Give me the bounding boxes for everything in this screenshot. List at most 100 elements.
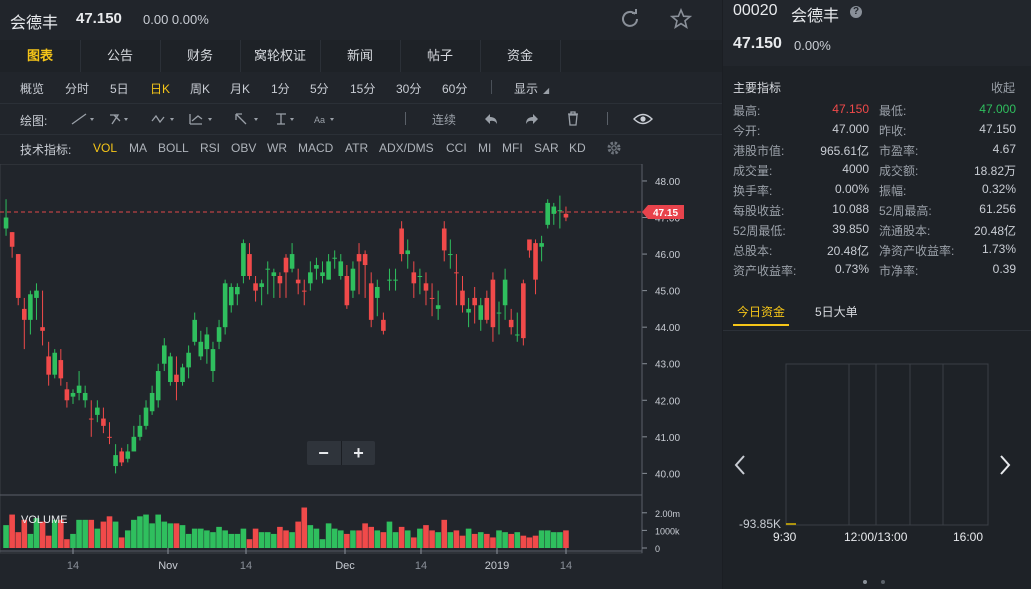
indicator-1[interactable]: MA (129, 141, 147, 155)
collapse-button[interactable]: 收起 (991, 79, 1015, 96)
indicator-3[interactable]: RSI (200, 141, 220, 155)
redo-icon[interactable] (523, 111, 541, 127)
indicator-2[interactable]: BOLL (158, 141, 189, 155)
tab-0[interactable]: 图表 (0, 40, 81, 72)
volume-bar (252, 528, 259, 548)
candle-body (168, 356, 173, 382)
candle-body (454, 272, 459, 274)
period-9[interactable]: 30分 (396, 80, 421, 97)
period-2[interactable]: 5日 (110, 80, 129, 97)
candle-body (521, 283, 526, 339)
indicator-6[interactable]: MACD (298, 141, 333, 155)
stock-price: 47.150 (76, 10, 122, 27)
help-icon[interactable]: ? (850, 6, 862, 18)
fork-tool-icon[interactable] (110, 114, 128, 125)
indicator-13[interactable]: KD (569, 141, 586, 155)
tab-6[interactable]: 资金 (480, 40, 561, 72)
tab-5day-orders[interactable]: 5日大单 (815, 303, 858, 320)
candle-body (448, 254, 453, 256)
indicator-8[interactable]: ADX/DMS (379, 141, 434, 155)
tab-4[interactable]: 新闻 (320, 40, 401, 72)
volume-bar (179, 525, 186, 548)
text-tool-icon[interactable] (276, 113, 294, 125)
period-10[interactable]: 60分 (442, 80, 467, 97)
indicator-4[interactable]: OBV (231, 141, 256, 155)
indicator-5[interactable]: WR (267, 141, 287, 155)
candle-body (356, 254, 362, 262)
candle-body (192, 319, 198, 342)
volume-bar (465, 528, 472, 548)
candle-body (3, 217, 9, 229)
volume-bar (526, 537, 533, 548)
display-dropdown[interactable]: 显示 (514, 80, 538, 97)
candle-body (441, 228, 447, 251)
undo-icon[interactable] (482, 111, 500, 127)
arrow-tool-icon[interactable] (235, 113, 258, 125)
prev-arrow-icon[interactable] (733, 454, 747, 479)
volume-bar (398, 526, 405, 548)
zoom-controls: − + (307, 441, 375, 465)
candle-body (557, 210, 563, 212)
volume-bar (331, 528, 338, 548)
candle-body (344, 276, 350, 306)
volume-bar (496, 530, 502, 548)
divider (405, 112, 406, 125)
candle-body (460, 290, 465, 306)
metric-label: 52周最低: (733, 224, 786, 238)
volume-bar (380, 532, 387, 548)
volume-bar (325, 523, 332, 548)
indicator-9[interactable]: CCI (446, 141, 467, 155)
next-arrow-icon[interactable] (998, 454, 1012, 479)
period-8[interactable]: 15分 (350, 80, 375, 97)
period-4[interactable]: 周K (190, 80, 210, 97)
tab-2[interactable]: 财务 (160, 40, 241, 72)
tab-5[interactable]: 帖子 (400, 40, 481, 72)
volume-bar (161, 521, 168, 548)
period-6[interactable]: 1分 (271, 80, 290, 97)
period-3[interactable]: 日K (150, 80, 170, 97)
metric-label-cell: 资产收益率: (733, 262, 796, 279)
trash-icon[interactable] (566, 110, 580, 126)
candle-body (155, 371, 161, 401)
indicator-11[interactable]: MFI (502, 141, 523, 155)
star-icon[interactable] (669, 7, 693, 33)
volume-bar (222, 530, 228, 548)
period-0[interactable]: 概览 (20, 80, 44, 97)
candle-body (137, 425, 143, 437)
wave-tool-icon[interactable] (151, 114, 174, 124)
tab-today-fund[interactable]: 今日资金 (737, 303, 785, 320)
candle-body (15, 254, 21, 298)
volume-bar (538, 530, 545, 548)
indicator-10[interactable]: MI (478, 141, 491, 155)
volume-bar (185, 533, 192, 548)
refresh-icon[interactable] (620, 8, 640, 31)
metric-value: 4.67 (992, 142, 1016, 156)
continuous-button[interactable]: 连续 (432, 111, 456, 128)
settings-gear-icon[interactable] (606, 140, 622, 156)
indicator-12[interactable]: SAR (534, 141, 559, 155)
volume-bar (137, 516, 143, 548)
candle-body (40, 327, 45, 331)
zoom-out-button[interactable]: − (307, 441, 340, 465)
metric-value: 47.000 (832, 122, 869, 136)
candlestick-chart[interactable]: 48.0047.0046.0045.0044.0043.0042.0041.00… (0, 164, 722, 589)
candle-body (514, 334, 520, 336)
tab-1[interactable]: 公告 (80, 40, 161, 72)
metric-label: 市净率: (879, 264, 919, 278)
metric-label: 流通股本: (879, 224, 931, 238)
zoom-in-button[interactable]: + (342, 441, 375, 465)
time-label-open: 9:30 (773, 530, 797, 544)
eye-icon[interactable] (633, 112, 653, 126)
tab-3[interactable]: 窝轮权证 (240, 40, 321, 72)
line-tool-icon[interactable] (71, 113, 94, 125)
y-tick-label: 42.00 (655, 396, 680, 407)
font-tool-icon[interactable]: Aa (314, 115, 334, 125)
period-1[interactable]: 分时 (65, 80, 89, 97)
metric-label: 总股本: (733, 244, 773, 258)
indicator-0[interactable]: VOL (93, 141, 117, 155)
indicator-7[interactable]: ATR (345, 141, 368, 155)
period-5[interactable]: 月K (230, 80, 250, 97)
period-7[interactable]: 5分 (310, 80, 329, 97)
pattern-tool-icon[interactable] (189, 114, 212, 125)
volume-bar (411, 537, 417, 548)
